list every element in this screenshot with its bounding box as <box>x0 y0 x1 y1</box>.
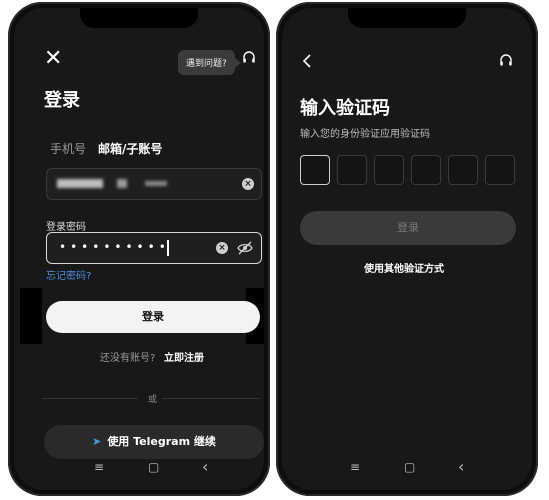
side-shadow <box>20 288 42 344</box>
code-box-3[interactable] <box>374 155 404 185</box>
code-box-4[interactable] <box>411 155 441 185</box>
forgot-password-link[interactable]: 忘记密码? <box>46 267 91 282</box>
tab-email[interactable]: 邮箱/子账号 <box>98 140 162 157</box>
password-mask: •••••••••• <box>59 240 170 254</box>
password-label: 登录密码 <box>46 222 86 233</box>
code-box-6[interactable] <box>485 155 515 185</box>
no-account-text: 还没有账号? <box>100 353 156 364</box>
clear-icon[interactable]: × <box>242 178 254 190</box>
eye-off-icon[interactable] <box>237 241 253 255</box>
home-icon[interactable]: ▢ <box>404 460 415 474</box>
help-tooltip: 遇到问题? <box>178 50 241 75</box>
other-methods-link[interactable]: 使用其他验证方式 <box>364 260 444 275</box>
login-button[interactable]: 登录 <box>46 301 260 333</box>
home-icon[interactable]: ▢ <box>148 460 159 474</box>
masked-account-text <box>117 179 127 188</box>
telegram-icon: ➤ <box>92 435 102 448</box>
phone-right: 输入验证码 输入您的身份验证应用验证码 登录 使用其他验证方式 ≡ ▢ ‹ <box>276 2 538 496</box>
back-arrow-icon[interactable] <box>302 54 312 68</box>
code-box-1[interactable] <box>300 155 330 185</box>
system-nav-bar: ≡ ▢ ‹ <box>14 457 264 480</box>
password-field[interactable]: •••••••••• × <box>46 232 262 264</box>
phone-left: ✕ 遇到问题? 登录 手机号 邮箱/子账号 × 登录密码 •••••••••• … <box>8 2 270 496</box>
subtitle: 输入您的身份验证应用验证码 <box>300 129 430 140</box>
telegram-button-label: 使用 Telegram 继续 <box>107 435 216 448</box>
login-button-disabled[interactable]: 登录 <box>300 211 516 245</box>
account-field[interactable]: × <box>46 168 262 200</box>
phone-notch <box>80 8 198 28</box>
clear-icon[interactable]: × <box>216 242 228 254</box>
telegram-login-button[interactable]: ➤ 使用 Telegram 继续 <box>44 425 264 459</box>
back-icon[interactable]: ‹ <box>202 457 208 476</box>
page-title: 登录 <box>44 90 80 111</box>
masked-account-text <box>145 181 167 186</box>
register-link[interactable]: 立即注册 <box>164 349 204 364</box>
code-box-2[interactable] <box>337 155 367 185</box>
code-box-5[interactable] <box>448 155 478 185</box>
page-title: 输入验证码 <box>300 98 390 119</box>
divider <box>42 398 138 399</box>
menu-icon[interactable]: ≡ <box>94 460 104 474</box>
login-screen: ✕ 遇到问题? 登录 手机号 邮箱/子账号 × 登录密码 •••••••••• … <box>14 8 264 490</box>
system-nav-bar: ≡ ▢ ‹ <box>282 457 532 480</box>
phone-notch <box>348 8 466 28</box>
menu-icon[interactable]: ≡ <box>350 460 360 474</box>
back-icon[interactable]: ‹ <box>458 457 464 476</box>
divider <box>162 398 260 399</box>
verification-screen: 输入验证码 输入您的身份验证应用验证码 登录 使用其他验证方式 ≡ ▢ ‹ <box>282 8 532 490</box>
text-caret <box>167 240 169 256</box>
masked-account-text <box>57 179 103 188</box>
headset-icon[interactable] <box>499 54 513 68</box>
close-icon[interactable]: ✕ <box>44 48 62 70</box>
headset-icon[interactable] <box>242 51 256 65</box>
or-text: 或 <box>148 395 158 405</box>
tab-phone[interactable]: 手机号 <box>50 140 86 157</box>
